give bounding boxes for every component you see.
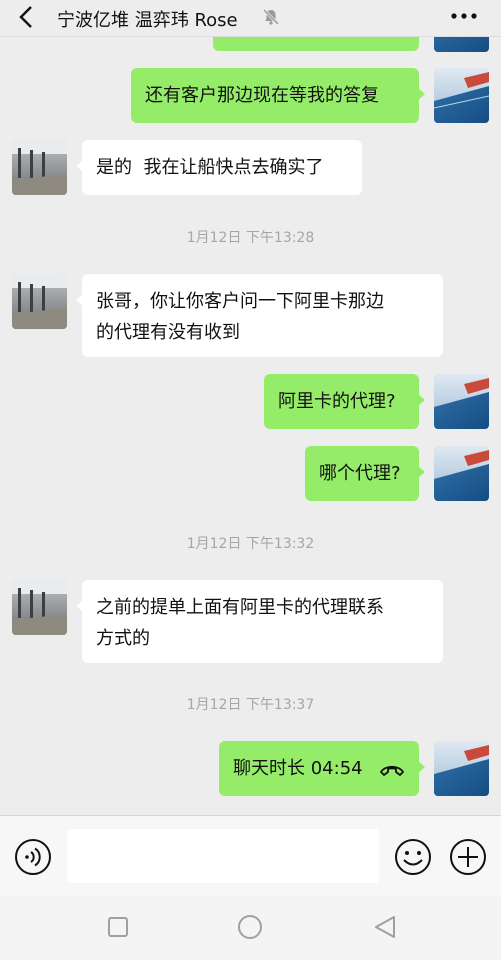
message-bubble-sent[interactable]: 阿里卡的代理? (264, 374, 425, 429)
message-list[interactable]: 还有客户那边现在等我的答复 是的 我在让船快点去确实了 1月12日 下午13:2… (0, 37, 501, 815)
my-avatar[interactable] (434, 741, 489, 796)
triangle-back-icon (375, 916, 395, 938)
contact-avatar[interactable] (12, 140, 67, 195)
message-bubble-received[interactable]: 张哥，你让你客户问一下阿里卡那边 的代理有没有收到 (76, 274, 443, 357)
recent-apps-button[interactable] (107, 916, 129, 938)
plus-icon (450, 839, 486, 875)
message-bubble-sent[interactable]: 还有客户那边现在等我的答复 (131, 68, 425, 123)
message-text-line: 的代理有没有收到 (96, 322, 240, 343)
timestamp: 1月12日 下午13:28 (186, 230, 315, 246)
more-functions-button[interactable] (448, 837, 488, 877)
timestamp: 1月12日 下午13:32 (186, 536, 315, 552)
emoji-button[interactable] (393, 837, 433, 877)
contact-avatar[interactable] (12, 274, 67, 329)
input-bar (0, 815, 501, 896)
call-record-bubble[interactable]: 聊天时长 04:54 (219, 741, 425, 796)
contact-avatar[interactable] (12, 580, 67, 635)
message-bubble-sent[interactable]: 哪个代理? (305, 446, 425, 501)
call-duration-text: 聊天时长 04:54 (233, 758, 363, 779)
home-button[interactable] (237, 914, 263, 940)
message-bubble-partial (213, 37, 419, 51)
back-button[interactable] (14, 4, 40, 30)
system-navigation-bar (0, 895, 501, 960)
message-text-line: 之前的提单上面有阿里卡的代理联系 (96, 597, 384, 618)
message-text-line: 方式的 (96, 628, 150, 649)
system-back-button[interactable] (372, 914, 398, 940)
message-text: 哪个代理? (319, 463, 401, 484)
message-text: 还有客户那边现在等我的答复 (145, 85, 379, 106)
chat-header: 宁波亿堆 温弈玮 Rose (0, 0, 501, 37)
message-input[interactable] (67, 829, 379, 883)
message-text: 阿里卡的代理? (278, 391, 396, 412)
my-avatar[interactable] (434, 68, 489, 123)
square-icon (108, 917, 128, 937)
more-options-button[interactable] (449, 6, 479, 26)
my-avatar[interactable] (434, 446, 489, 501)
message-text-line: 张哥，你让你客户问一下阿里卡那边 (96, 291, 384, 312)
message-bubble-received[interactable]: 是的 我在让船快点去确实了 (76, 140, 362, 195)
ellipsis-icon (451, 13, 477, 19)
message-bubble-received[interactable]: 之前的提单上面有阿里卡的代理联系 方式的 (76, 580, 443, 663)
phone-hangup-icon (380, 765, 404, 776)
my-avatar[interactable] (434, 37, 489, 52)
voice-button[interactable] (14, 838, 52, 876)
chevron-left-icon (19, 6, 32, 28)
circle-icon (238, 915, 262, 939)
timestamp: 1月12日 下午13:37 (186, 697, 315, 713)
emoji-icon (395, 839, 431, 875)
my-avatar[interactable] (434, 374, 489, 429)
voice-icon (15, 839, 51, 875)
bell-off-icon (262, 8, 280, 26)
chat-title: 宁波亿堆 温弈玮 Rose (57, 10, 238, 31)
message-text: 是的 我在让船快点去确实了 (96, 157, 324, 178)
